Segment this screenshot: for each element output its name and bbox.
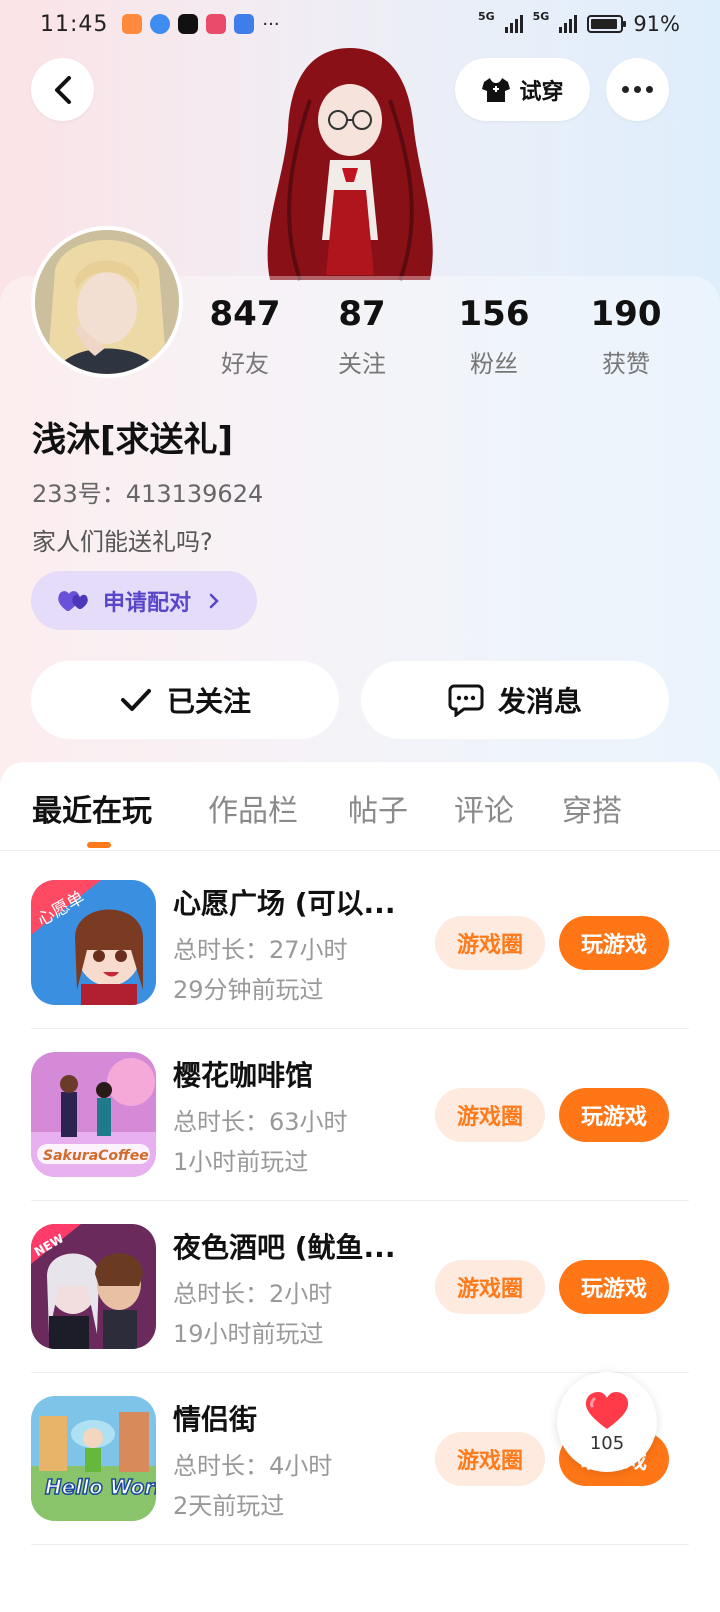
row-divider	[31, 1544, 689, 1545]
stat-value: 156	[458, 294, 530, 334]
row-divider	[31, 1372, 689, 1373]
signal-icon	[504, 15, 523, 33]
game-name: 心愿广场 (可以...	[173, 887, 396, 920]
game-icon-sakura-cafe: SakuraCoffee	[31, 1052, 156, 1177]
row-divider	[31, 1028, 689, 1029]
tab-recently-played[interactable]: 最近在玩	[32, 786, 152, 830]
tab-comments[interactable]: 评论	[454, 786, 514, 830]
stat-likes[interactable]: 190 获赞	[571, 294, 681, 379]
network-label-1: 5G	[477, 9, 495, 23]
game-list-item[interactable]: NEW 夜色酒吧 (鱿鱼... 总时长：2小时 19小时前玩过 游戏圈 玩游戏	[0, 1224, 720, 1396]
play-game-button[interactable]: 玩游戏	[559, 1088, 669, 1142]
stat-followers[interactable]: 156 粉丝	[439, 294, 549, 379]
stat-value: 87	[338, 294, 386, 334]
game-name: 樱花咖啡馆	[173, 1059, 314, 1092]
battery-fill	[591, 19, 617, 29]
more-notifications-icon: ···	[262, 13, 280, 35]
camera-notification-icon	[178, 14, 199, 34]
game-notification-icon	[206, 14, 227, 34]
game-duration: 总时长：4小时	[173, 1452, 333, 1480]
tab-works[interactable]: 作品栏	[208, 786, 298, 830]
play-game-button[interactable]: 玩游戏	[559, 916, 669, 970]
game-icon-text: Hello World	[45, 1475, 156, 1499]
battery-icon	[587, 15, 627, 33]
game-duration: 总时长：2小时	[173, 1280, 333, 1308]
game-icon-couple-street: Hello World	[31, 1396, 156, 1521]
stat-label: 粉丝	[470, 350, 518, 378]
more-dot-icon	[646, 86, 653, 93]
profile-tabs: 最近在玩 作品栏 帖子 评论 穿搭	[0, 780, 720, 850]
row-divider	[31, 1200, 689, 1201]
follow-button[interactable]: 已关注	[31, 661, 339, 739]
more-dot-icon	[622, 86, 629, 93]
game-list-item[interactable]: SakuraCoffee 樱花咖啡馆 总时长：63小时 1小时前玩过 游戏圈 玩…	[0, 1052, 720, 1224]
tab-posts[interactable]: 帖子	[348, 786, 408, 830]
follow-label: 已关注	[166, 685, 251, 718]
tab-outfits[interactable]: 穿搭	[562, 786, 622, 830]
heart-icon	[585, 1391, 629, 1429]
check-icon	[120, 689, 151, 711]
game-last-played: 29分钟前玩过	[173, 976, 324, 1004]
game-last-played: 1小时前玩过	[173, 1148, 309, 1176]
game-name: 夜色酒吧 (鱿鱼...	[173, 1231, 396, 1264]
stat-following[interactable]: 87 关注	[307, 294, 417, 379]
tshirt-icon	[482, 77, 511, 102]
profile-bio: 家人们能送礼吗?	[32, 528, 213, 556]
stat-label: 获赞	[602, 350, 650, 378]
double-heart-icon	[58, 590, 88, 611]
app-notification-icon	[122, 14, 143, 34]
tab-divider	[0, 850, 720, 851]
game-circle-button[interactable]: 游戏圈	[435, 916, 545, 970]
game-icon-text: SakuraCoffee	[43, 1148, 149, 1164]
play-game-button[interactable]: 玩游戏	[559, 1260, 669, 1314]
like-count: 105	[589, 1432, 625, 1454]
send-message-label: 发消息	[497, 685, 582, 718]
try-on-button[interactable]: 试穿	[455, 58, 590, 121]
avatar-character-image	[250, 40, 450, 285]
game-circle-button[interactable]: 游戏圈	[435, 1432, 545, 1486]
profile-uid: 233号：413139624	[32, 480, 264, 508]
chat-bubble-icon	[448, 684, 484, 717]
stat-friends[interactable]: 847 好友	[190, 294, 300, 379]
stat-value: 847	[209, 294, 281, 334]
active-tab-indicator	[87, 842, 111, 848]
game-last-played: 19小时前玩过	[173, 1320, 324, 1348]
stat-value: 190	[590, 294, 662, 334]
game-last-played: 2天前玩过	[173, 1492, 285, 1520]
profile-nickname: 浅沐[求送礼]	[32, 420, 234, 460]
network-label-2: 5G	[532, 9, 550, 23]
more-options-button[interactable]	[606, 58, 669, 121]
more-dot-icon	[634, 86, 641, 93]
chevron-left-icon	[54, 75, 71, 104]
game-icon-night-bar: NEW	[31, 1224, 156, 1349]
game-list-item[interactable]: 心愿单 心愿广场 (可以... 总时长：27小时 29分钟前玩过 游戏圈 玩游戏	[0, 880, 720, 1052]
game-icon-wish-square: 心愿单	[31, 880, 156, 1005]
browser-notification-icon	[150, 14, 171, 34]
chevron-right-icon	[209, 593, 219, 608]
floating-like-button[interactable]: 105	[557, 1372, 657, 1472]
apply-pair-button[interactable]: 申请配对	[31, 571, 257, 630]
try-on-label: 试穿	[519, 79, 564, 105]
avatar[interactable]	[31, 226, 183, 378]
apply-pair-label: 申请配对	[103, 590, 192, 616]
game-duration: 总时长：63小时	[173, 1108, 348, 1136]
status-right: 5G 5G 91%	[477, 9, 680, 37]
battery-percent: 91%	[633, 12, 680, 36]
stat-label: 好友	[221, 350, 269, 378]
stat-label: 关注	[338, 350, 386, 378]
status-time: 11:45	[40, 11, 109, 37]
send-message-button[interactable]: 发消息	[361, 661, 669, 739]
mail-notification-icon	[234, 14, 255, 34]
signal-icon-2	[559, 15, 578, 33]
game-circle-button[interactable]: 游戏圈	[435, 1260, 545, 1314]
game-name: 情侣街	[173, 1403, 258, 1436]
back-button[interactable]	[31, 58, 94, 121]
game-circle-button[interactable]: 游戏圈	[435, 1088, 545, 1142]
game-duration: 总时长：27小时	[173, 936, 348, 964]
notification-icons: ···	[122, 13, 280, 35]
